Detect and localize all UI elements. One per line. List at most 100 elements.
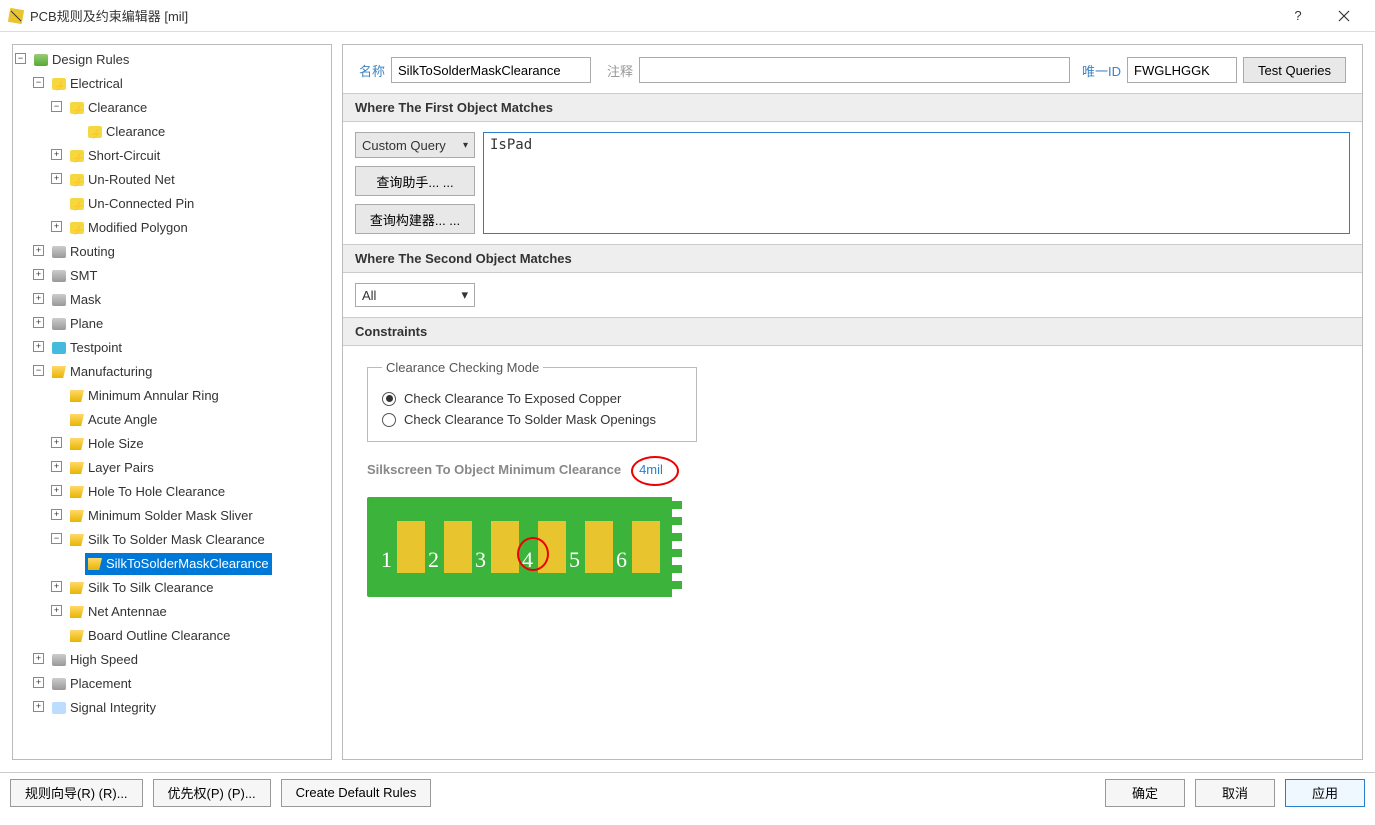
tree-min-annular[interactable]: Minimum Annular Ring — [67, 385, 222, 407]
tree-clearance[interactable]: Clearance — [67, 97, 150, 119]
rule-icon — [70, 582, 84, 594]
priority-button[interactable]: 优先权(P) (P)... — [153, 779, 271, 807]
electrical-icon — [70, 222, 84, 234]
tree-unconnected[interactable]: Un-Connected Pin — [67, 193, 197, 215]
tree-short-circuit[interactable]: Short-Circuit — [67, 145, 163, 167]
tree-net-antennae[interactable]: Net Antennae — [67, 601, 170, 623]
tree-board-outline[interactable]: Board Outline Clearance — [67, 625, 233, 647]
tree-root[interactable]: Design Rules — [31, 49, 132, 71]
tree-silk-to-sm[interactable]: Silk To Solder Mask Clearance — [67, 529, 268, 551]
tree-plane[interactable]: Plane — [49, 313, 106, 335]
chevron-down-icon: ▾ — [463, 140, 468, 151]
expand-toggle[interactable]: + — [51, 173, 62, 184]
expand-toggle[interactable]: + — [33, 701, 44, 712]
cancel-button[interactable]: 取消 — [1195, 779, 1275, 807]
electrical-icon — [52, 78, 66, 90]
first-match-type-combo[interactable]: Custom Query▾ — [355, 132, 475, 158]
query-builder-button[interactable]: 查询构建器... ... — [355, 204, 475, 234]
expand-toggle[interactable]: + — [33, 245, 44, 256]
tree-label: SilkToSolderMaskClearance — [106, 553, 269, 575]
expand-toggle[interactable]: + — [33, 269, 44, 280]
tree-smt[interactable]: SMT — [49, 265, 100, 287]
electrical-icon — [70, 174, 84, 186]
expand-toggle[interactable]: + — [51, 509, 62, 520]
fieldset-legend: Clearance Checking Mode — [382, 360, 543, 375]
tree-silk-to-silk[interactable]: Silk To Silk Clearance — [67, 577, 216, 599]
tree-label: Board Outline Clearance — [88, 625, 230, 647]
tree-clearance-rule[interactable]: Clearance — [85, 121, 168, 143]
help-button[interactable]: ? — [1275, 0, 1321, 32]
tree-manufacturing[interactable]: Manufacturing — [49, 361, 155, 383]
pad-shape — [632, 521, 660, 573]
tree-testpoint[interactable]: Testpoint — [49, 337, 125, 359]
expand-toggle[interactable]: + — [33, 341, 44, 352]
expand-toggle[interactable]: + — [33, 677, 44, 688]
plane-icon — [52, 318, 66, 330]
rule-icon — [70, 486, 84, 498]
tree-placement[interactable]: Placement — [49, 673, 134, 695]
query-helper-button[interactable]: 查询助手... ... — [355, 166, 475, 196]
tree-label: Minimum Solder Mask Sliver — [88, 505, 253, 527]
tree-hole-to-hole[interactable]: Hole To Hole Clearance — [67, 481, 228, 503]
expand-toggle[interactable]: + — [51, 605, 62, 616]
expand-toggle[interactable]: − — [33, 365, 44, 376]
tree-high-speed[interactable]: High Speed — [49, 649, 141, 671]
expand-toggle[interactable]: + — [33, 293, 44, 304]
expand-toggle[interactable]: − — [51, 533, 62, 544]
tree-unrouted[interactable]: Un-Routed Net — [67, 169, 178, 191]
expand-toggle[interactable]: + — [33, 653, 44, 664]
tree-sig-integrity[interactable]: Signal Integrity — [49, 697, 159, 719]
comment-input[interactable] — [639, 57, 1070, 83]
ok-button[interactable]: 确定 — [1105, 779, 1185, 807]
tree-layer-pairs[interactable]: Layer Pairs — [67, 457, 157, 479]
expand-toggle[interactable]: + — [51, 461, 62, 472]
radio-soldermask-openings[interactable]: Check Clearance To Solder Mask Openings — [382, 412, 682, 427]
rule-icon — [70, 606, 84, 618]
tree-label: Silk To Solder Mask Clearance — [88, 529, 265, 551]
query-text-input[interactable]: IsPad — [483, 132, 1350, 234]
test-queries-button[interactable]: Test Queries — [1243, 57, 1346, 83]
expand-toggle[interactable]: + — [51, 221, 62, 232]
tree-silk-to-sm-rule[interactable]: SilkToSolderMaskClearance — [85, 553, 272, 575]
apply-button[interactable]: 应用 — [1285, 779, 1365, 807]
tree-label: Layer Pairs — [88, 457, 154, 479]
rule-wizard-button[interactable]: 规则向导(R) (R)... — [10, 779, 143, 807]
tree-routing[interactable]: Routing — [49, 241, 118, 263]
uid-label: 唯一ID — [1082, 61, 1121, 80]
rules-tree[interactable]: − Design Rules −Electrical −Clearance Cl… — [12, 44, 332, 760]
name-input[interactable] — [391, 57, 591, 83]
tree-hole-size[interactable]: Hole Size — [67, 433, 147, 455]
radio-exposed-copper[interactable]: Check Clearance To Exposed Copper — [382, 391, 682, 406]
expand-toggle[interactable]: + — [51, 485, 62, 496]
create-default-button[interactable]: Create Default Rules — [281, 779, 432, 807]
tree-min-sm-sliver[interactable]: Minimum Solder Mask Sliver — [67, 505, 256, 527]
rule-icon — [70, 414, 84, 426]
expand-toggle[interactable]: + — [51, 581, 62, 592]
manufacturing-icon — [52, 366, 66, 378]
expand-toggle[interactable]: − — [51, 101, 62, 112]
min-clearance-value[interactable]: 4mil — [639, 462, 663, 477]
expand-toggle[interactable]: − — [33, 77, 44, 88]
tree-label: Acute Angle — [88, 409, 157, 431]
tree-label: Hole To Hole Clearance — [88, 481, 225, 503]
tree-mask[interactable]: Mask — [49, 289, 104, 311]
tree-acute[interactable]: Acute Angle — [67, 409, 160, 431]
tree-label: Clearance — [106, 121, 165, 143]
expand-toggle[interactable]: + — [51, 437, 62, 448]
placement-icon — [52, 678, 66, 690]
rule-icon — [88, 558, 102, 570]
uid-input[interactable] — [1127, 57, 1237, 83]
expand-toggle[interactable]: + — [51, 149, 62, 160]
pad-number: 4 — [522, 547, 533, 573]
rule-icon — [70, 630, 84, 642]
expand-toggle[interactable]: + — [33, 317, 44, 328]
titlebar: PCB规则及约束编辑器 [mil] ? — [0, 0, 1375, 32]
tree-label: Net Antennae — [88, 601, 167, 623]
tree-modpoly[interactable]: Modified Polygon — [67, 217, 191, 239]
expand-toggle[interactable]: − — [15, 53, 26, 64]
close-button[interactable] — [1321, 0, 1367, 32]
second-match-type-combo[interactable]: All▾ — [355, 283, 475, 307]
signal-icon — [52, 702, 66, 714]
tree-label: Modified Polygon — [88, 217, 188, 239]
tree-electrical[interactable]: Electrical — [49, 73, 126, 95]
